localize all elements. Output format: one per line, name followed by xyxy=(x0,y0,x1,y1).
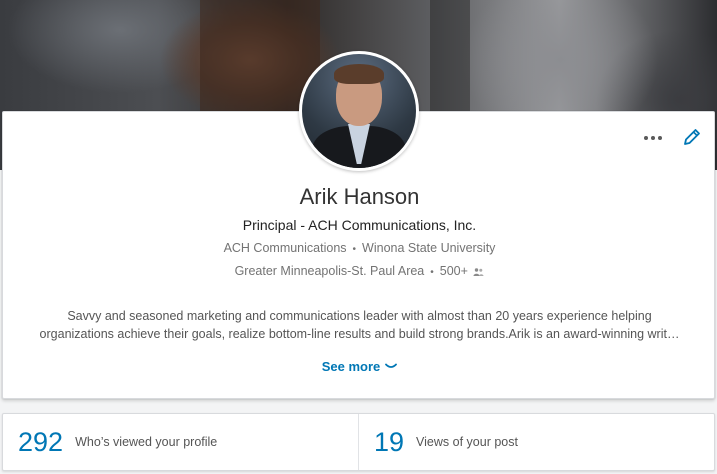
profile-location-connections: Greater Minneapolis-St. Paul Area • 500+ xyxy=(3,264,716,278)
profile-location: Greater Minneapolis-St. Paul Area xyxy=(234,264,425,278)
stat-value: 292 xyxy=(18,426,64,457)
profile-company-school: ACH Communications • Winona State Universi… xyxy=(3,241,716,255)
profile-stats-bar: 292 Who’s viewed your profile 19 Views o… xyxy=(2,413,715,471)
more-actions-button[interactable] xyxy=(640,129,666,147)
see-more-label: See more xyxy=(321,359,381,374)
profile-connections-count[interactable]: 500+ xyxy=(440,264,468,278)
profile-school[interactable]: Winona State University xyxy=(362,241,495,255)
edit-pencil-icon xyxy=(684,129,700,145)
stat-value: 19 xyxy=(374,426,405,457)
stat-label: Views of your post xyxy=(416,435,518,449)
stat-post-views[interactable]: 19 Views of your post xyxy=(358,414,714,470)
summary-line: organizations achieve their goals, reali… xyxy=(39,327,680,341)
separator-dot: • xyxy=(430,267,434,278)
stat-label: Who’s viewed your profile xyxy=(75,435,218,449)
edit-profile-button[interactable] xyxy=(681,126,703,148)
chevron-down-icon xyxy=(385,363,398,368)
separator-dot: • xyxy=(352,244,357,255)
more-icon xyxy=(644,136,648,140)
connections-icon xyxy=(473,268,484,276)
profile-headline: Principal - ACH Communications, Inc. xyxy=(242,217,477,233)
stat-profile-views[interactable]: 292 Who’s viewed your profile xyxy=(3,414,358,470)
see-more-button[interactable]: See more xyxy=(3,359,716,374)
summary-line: Savvy and seasoned marketing and communi… xyxy=(67,309,652,323)
profile-avatar[interactable] xyxy=(299,51,419,171)
profile-summary: Savvy and seasoned marketing and communi… xyxy=(27,307,692,343)
profile-company[interactable]: ACH Communications xyxy=(224,241,347,255)
profile-name: Arik Hanson xyxy=(299,184,420,209)
profile-page: Arik Hanson Principal - ACH Communicatio… xyxy=(0,0,717,474)
